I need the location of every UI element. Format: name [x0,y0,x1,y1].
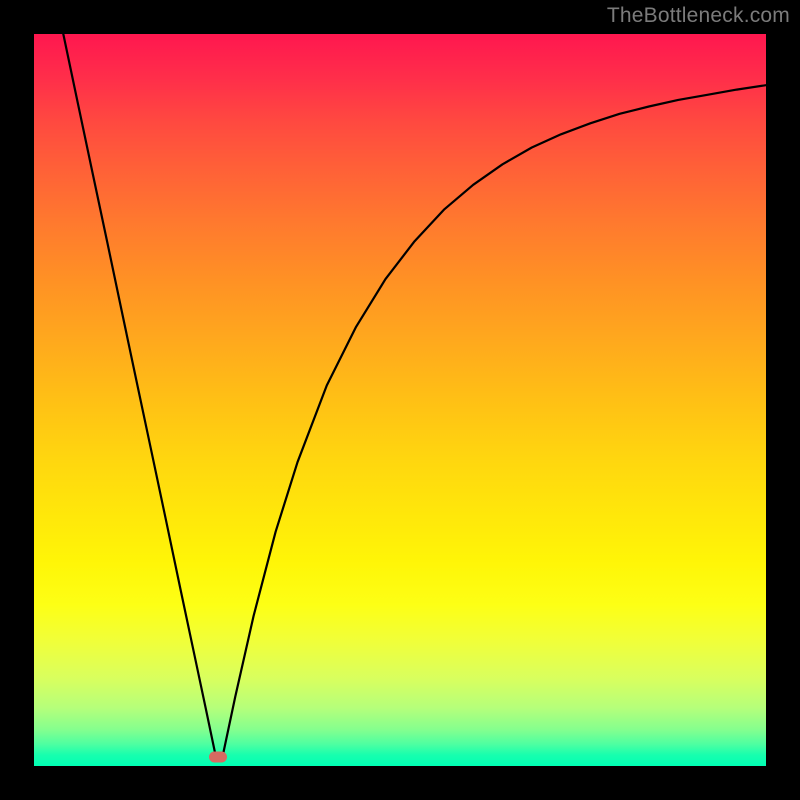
bottleneck-curve [34,34,766,766]
optimal-point-marker [209,752,227,763]
chart-plot-area [34,34,766,766]
chart-frame: TheBottleneck.com [0,0,800,800]
watermark-text: TheBottleneck.com [607,4,790,28]
